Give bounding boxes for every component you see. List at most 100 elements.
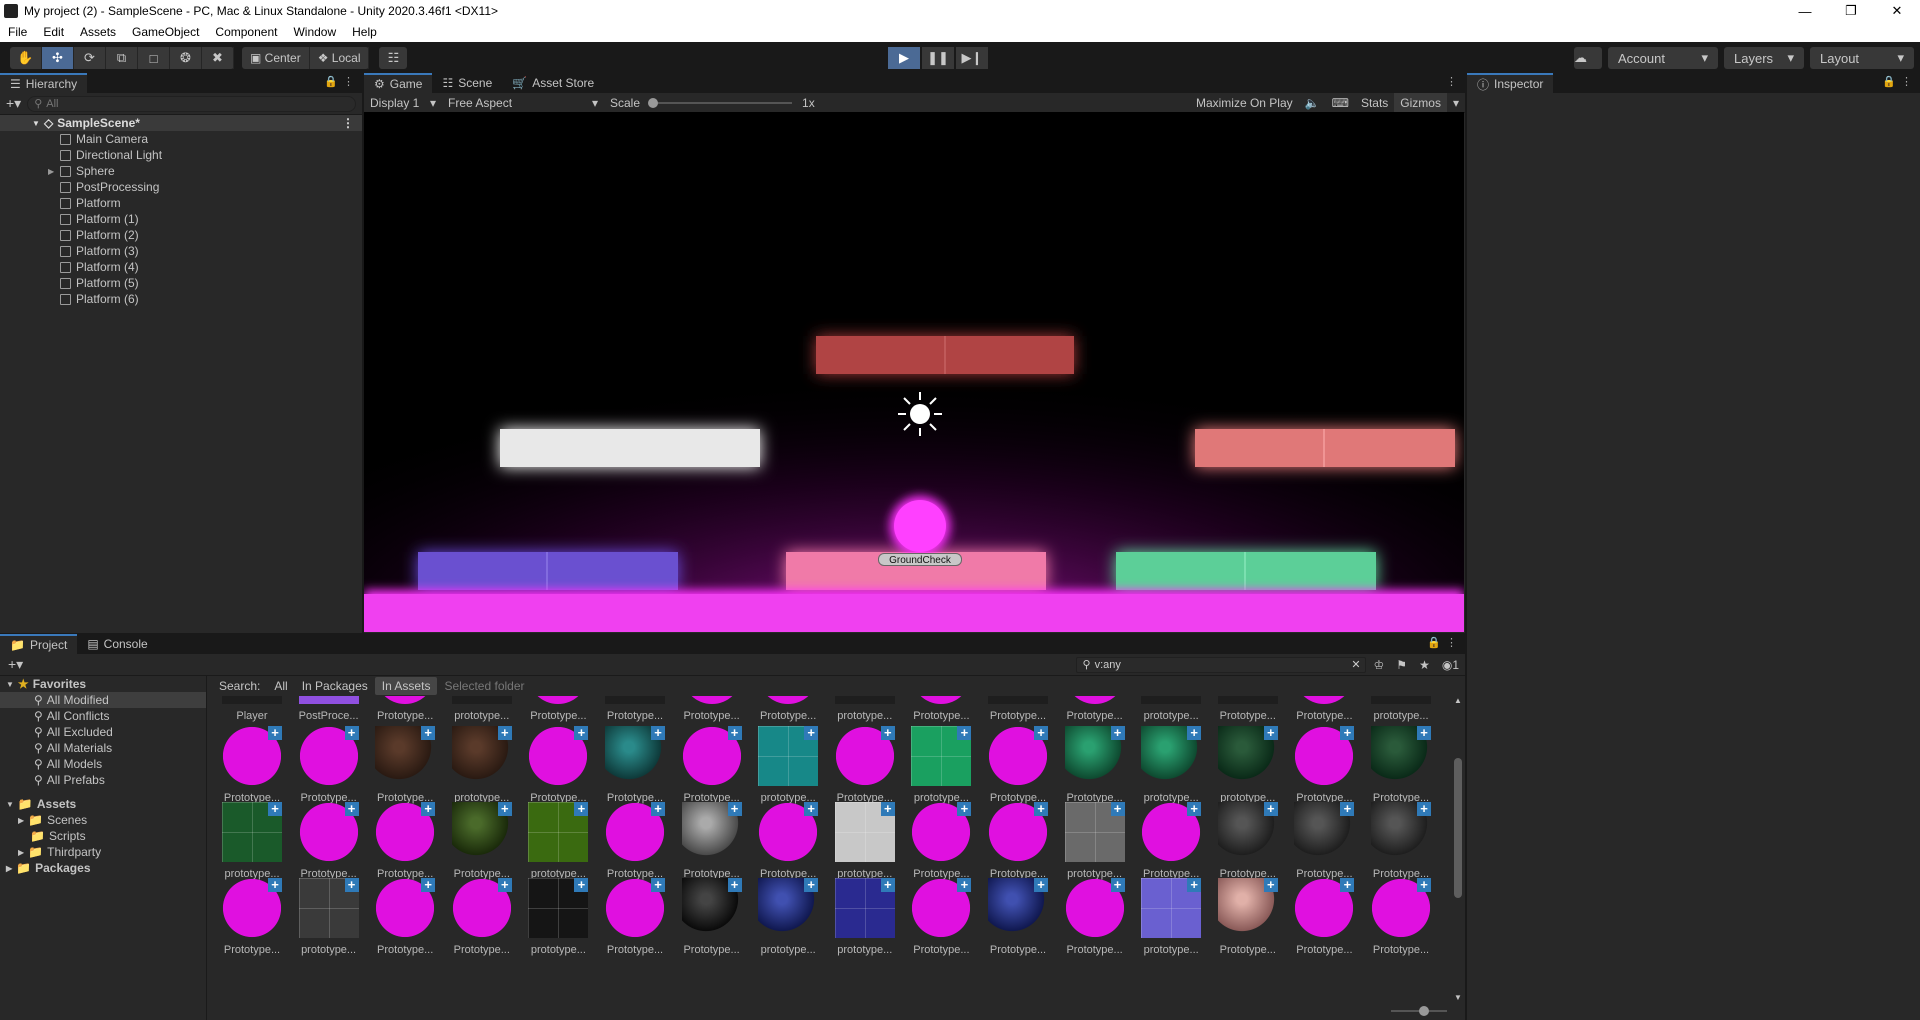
kebab-menu-icon[interactable]: ⋮ (1446, 636, 1457, 649)
minimize-button[interactable]: — (1782, 0, 1828, 22)
scope-in-assets-button[interactable]: In Assets (374, 677, 438, 695)
account-dropdown[interactable]: Account ▾ (1608, 47, 1718, 69)
add-icon[interactable]: +▾ (6, 95, 21, 112)
assets-folder[interactable]: ▼ 📁 Assets (0, 796, 206, 812)
chevron-down-icon[interactable]: ▾ (1447, 93, 1465, 113)
search-by-type-icon[interactable]: ♔ (1374, 658, 1385, 672)
scroll-up-icon[interactable]: ▲ (1454, 696, 1462, 705)
mute-audio-icon[interactable]: 🔈 (1299, 93, 1326, 113)
step-button[interactable]: ▶❙ (956, 47, 988, 69)
scroll-down-icon[interactable]: ▼ (1454, 993, 1462, 1002)
asset-item[interactable]: + prototype... (1133, 874, 1203, 964)
favorite-item[interactable]: ⚲ All Models (0, 756, 206, 772)
project-search-input[interactable]: ⚲ v:any ✕ (1075, 656, 1366, 673)
tab-asset-store[interactable]: 🛒 Asset Store (502, 73, 604, 93)
hierarchy-item[interactable]: PostProcessing (0, 179, 362, 195)
folder-item[interactable]: ▶ 📁 Thirdparty (0, 844, 206, 860)
grid-snap-icon[interactable]: ☷ (379, 47, 408, 69)
asset-item[interactable]: + Prototype... (674, 874, 744, 964)
favorite-item[interactable]: ⚲ All Prefabs (0, 772, 206, 788)
rect-tool-icon[interactable]: □ (138, 47, 170, 69)
hierarchy-item[interactable]: Platform (4) (0, 259, 362, 275)
expand-arrow-icon[interactable]: ▶ (48, 167, 54, 176)
stats-toggle[interactable]: Stats (1355, 93, 1394, 113)
menu-component[interactable]: Component (207, 25, 285, 39)
aspect-dropdown[interactable]: Free Aspect ▾ (442, 93, 604, 113)
menu-assets[interactable]: Assets (72, 25, 124, 39)
tab-inspector[interactable]: ⓘ Inspector (1467, 73, 1554, 93)
hierarchy-item[interactable]: Platform (3) (0, 243, 362, 259)
asset-item[interactable]: + prototype... (827, 874, 897, 964)
asset-scrollbar[interactable]: ▲ ▼ (1453, 696, 1463, 1002)
kebab-menu-icon[interactable]: ⋮ (342, 116, 354, 130)
asset-item[interactable]: + prototype... (520, 874, 590, 964)
custom-tool-icon[interactable]: ✖ (202, 47, 234, 69)
pivot-center-button[interactable]: ▣ Center (242, 47, 310, 69)
search-by-label-icon[interactable]: ⚑ (1396, 658, 1407, 672)
folder-item[interactable]: ▶ 📁 Scenes (0, 812, 206, 828)
scale-slider[interactable] (646, 93, 796, 113)
pivot-local-button[interactable]: ❖ Local (310, 47, 370, 69)
tab-game[interactable]: ⚙ Game (364, 73, 433, 93)
menu-gameobject[interactable]: GameObject (124, 25, 207, 39)
scale-tool-icon[interactable]: ⧉ (106, 47, 138, 69)
lock-icon[interactable]: 🔒 (324, 75, 338, 88)
tab-scene[interactable]: ☷ Scene (432, 73, 502, 93)
rotate-tool-icon[interactable]: ⟳ (74, 47, 106, 69)
layout-dropdown[interactable]: Layout ▾ (1810, 47, 1914, 69)
favorite-item[interactable]: ⚲ All Conflicts (0, 708, 206, 724)
menu-help[interactable]: Help (344, 25, 385, 39)
menu-file[interactable]: File (0, 25, 35, 39)
hierarchy-item[interactable]: Platform (1) (0, 211, 362, 227)
play-button[interactable]: ▶ (888, 47, 920, 69)
expand-arrow-icon[interactable]: ▼ (32, 119, 40, 128)
expand-arrow-icon[interactable]: ▶ (18, 816, 24, 825)
tab-project[interactable]: 📁 Project (0, 634, 78, 654)
favorite-item[interactable]: ⚲ All Modified (0, 692, 206, 708)
menu-edit[interactable]: Edit (35, 25, 72, 39)
tab-hierarchy[interactable]: ☰ Hierarchy (0, 73, 88, 93)
restore-button[interactable]: ❐ (1828, 0, 1874, 22)
favorite-star-icon[interactable]: ★ (1419, 658, 1430, 672)
kebab-menu-icon[interactable]: ⋮ (1901, 75, 1912, 88)
add-icon[interactable]: +▾ (8, 656, 23, 673)
asset-item[interactable]: + Prototype... (1210, 874, 1280, 964)
hierarchy-item[interactable]: Platform (6) (0, 291, 362, 307)
display-dropdown[interactable]: Display 1 ▾ (364, 93, 442, 113)
maximize-on-play-toggle[interactable]: Maximize On Play (1190, 93, 1299, 113)
asset-item[interactable]: + Prototype... (444, 874, 514, 964)
asset-item[interactable]: + Prototype... (597, 874, 667, 964)
asset-item[interactable]: + Prototype... (1057, 874, 1127, 964)
tab-console[interactable]: ▤ Console (77, 634, 157, 654)
asset-item[interactable]: + Prototype... (980, 874, 1050, 964)
lock-icon[interactable]: 🔒 (1427, 636, 1441, 649)
hierarchy-search-input[interactable]: ⚲ All (27, 95, 356, 112)
kebab-menu-icon[interactable]: ⋮ (343, 75, 354, 88)
hidden-packages-icon[interactable]: ◉1 (1442, 658, 1459, 672)
asset-item[interactable]: + Prototype... (367, 874, 437, 964)
packages-folder[interactable]: ▶ 📁 Packages (0, 860, 206, 876)
hierarchy-item[interactable]: Platform (2) (0, 227, 362, 243)
scene-row[interactable]: ▼ ◇ SampleScene* ⋮ (0, 115, 362, 131)
asset-item[interactable]: + Prototype... (1286, 874, 1356, 964)
asset-item[interactable]: + Prototype... (903, 874, 973, 964)
favorite-item[interactable]: ⚲ All Excluded (0, 724, 206, 740)
expand-arrow-icon[interactable]: ▼ (6, 800, 14, 809)
thumbnail-size-slider[interactable] (1391, 1006, 1447, 1016)
scope-all-button[interactable]: All (267, 677, 294, 695)
hierarchy-item[interactable]: Platform (0, 195, 362, 211)
gizmos-toggle[interactable]: Gizmos (1394, 92, 1447, 113)
transform-tool-icon[interactable]: ❂ (170, 47, 202, 69)
asset-item[interactable]: + Prototype... (1363, 874, 1433, 964)
scope-selected-folder-button[interactable]: Selected folder (437, 677, 531, 695)
favorite-item[interactable]: ⚲ All Materials (0, 740, 206, 756)
favorites-header[interactable]: ▼ ★ Favorites (0, 676, 206, 692)
move-tool-icon[interactable]: ✣ (42, 47, 74, 69)
close-button[interactable]: ✕ (1874, 0, 1920, 22)
layers-dropdown[interactable]: Layers ▾ (1724, 47, 1804, 69)
asset-item[interactable]: + prototype... (291, 874, 361, 964)
clear-search-icon[interactable]: ✕ (1351, 658, 1360, 671)
asset-item[interactable]: + prototype... (750, 874, 820, 964)
hierarchy-item[interactable]: Main Camera (0, 131, 362, 147)
menu-window[interactable]: Window (285, 25, 344, 39)
